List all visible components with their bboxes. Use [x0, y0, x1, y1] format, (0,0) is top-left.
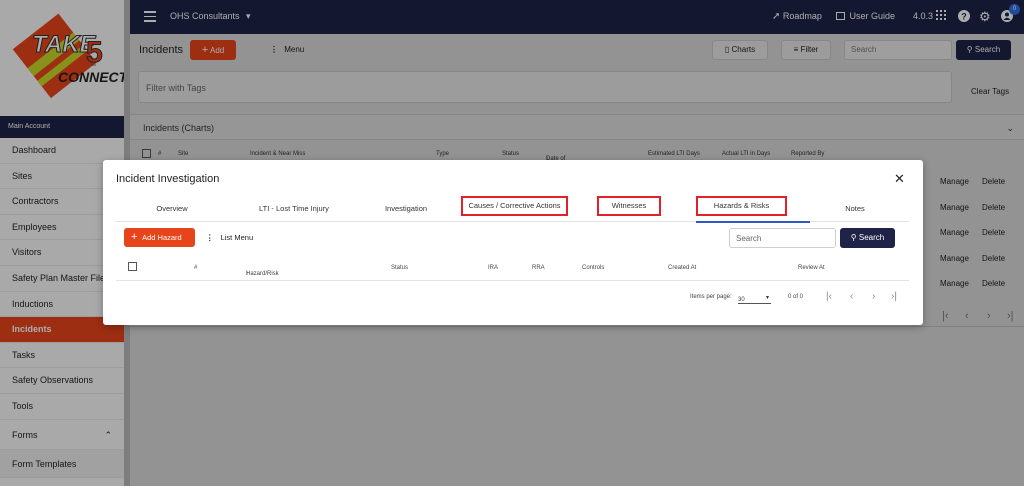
tab-hazards-risks[interactable]: Hazards & Risks: [696, 196, 787, 216]
search-icon: ⚲: [850, 233, 857, 242]
hazard-search-button[interactable]: ⚲ Search: [840, 228, 895, 248]
hazard-search-label: Search: [858, 233, 885, 242]
more-vert-icon: ⋮: [206, 233, 214, 242]
items-per-page-value: 30: [738, 297, 745, 303]
tab-investigation[interactable]: Investigation: [366, 200, 446, 222]
col-header-status: Status: [391, 265, 409, 271]
prev-page-icon[interactable]: ‹: [850, 291, 853, 302]
close-icon[interactable]: ✕: [894, 171, 905, 187]
col-header-review-at: Review At: [798, 265, 825, 271]
col-header-created-at: Created At: [668, 265, 697, 271]
items-per-page-label: Items per page:: [690, 294, 732, 300]
add-hazard-button[interactable]: + Add Hazard: [124, 228, 195, 247]
list-menu-label: List Menu: [220, 233, 254, 242]
col-header-number: #: [194, 265, 198, 271]
active-tab-indicator: [696, 221, 810, 223]
add-hazard-label: Add Hazard: [142, 233, 182, 242]
list-menu-button[interactable]: ⋮ List Menu: [206, 233, 253, 242]
col-header-rra: RRA: [532, 265, 545, 271]
tab-causes-corrective-actions[interactable]: Causes / Corrective Actions: [461, 196, 568, 216]
col-header-controls: Controls: [582, 265, 605, 271]
tab-witnesses[interactable]: Witnesses: [597, 196, 661, 216]
select-all-hazards-checkbox[interactable]: [128, 262, 137, 271]
caret-down-icon: ▾: [765, 295, 769, 301]
sort-asc-icon: ↑: [246, 271, 249, 277]
page-range-label: 0 of 0: [788, 294, 804, 300]
hazard-search-input[interactable]: Search: [729, 228, 836, 248]
tab-overview[interactable]: Overview: [136, 200, 208, 222]
hazards-pagination: Items per page: 30 ▾ 0 of 0 |‹ ‹ › ›|: [116, 288, 909, 308]
col-header-hazard-risk-label: Hazard/Risk: [246, 271, 279, 277]
last-page-icon[interactable]: ›|: [891, 291, 897, 302]
tab-notes[interactable]: Notes: [828, 200, 882, 222]
dialog-title: Incident Investigation: [116, 173, 220, 185]
first-page-icon[interactable]: |‹: [826, 291, 832, 302]
items-per-page-select[interactable]: 30 ▾: [738, 291, 771, 304]
plus-icon: +: [131, 231, 138, 243]
col-header-ira: IRA: [488, 265, 499, 271]
hazards-table-header: # Hazard/Risk ↑ Status IRA RRA Controls …: [116, 259, 909, 281]
investigation-tabs: Overview LTI - Lost Time Injury Investig…: [116, 196, 909, 223]
tab-lti[interactable]: LTI - Lost Time Injury: [234, 200, 354, 222]
incident-investigation-dialog: Incident Investigation ✕ Overview LTI - …: [103, 160, 923, 325]
next-page-icon[interactable]: ›: [872, 291, 875, 302]
